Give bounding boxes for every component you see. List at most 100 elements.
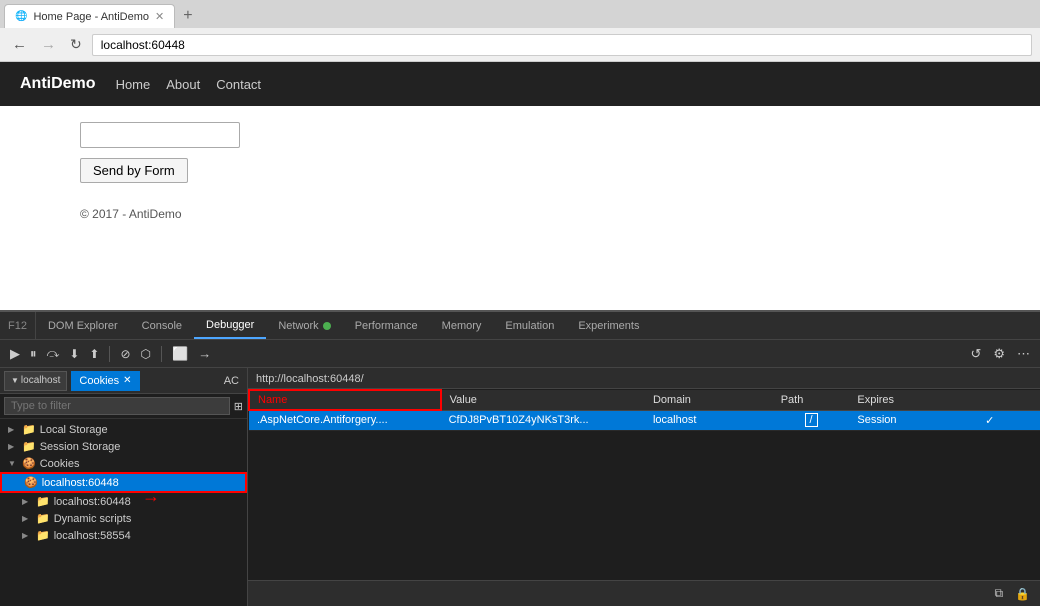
navbar-brand: AntiDemo bbox=[20, 75, 96, 93]
left-panel: ▼ localhost Cookies ✕ AC ⊞ ▶ 📁 Loc bbox=[0, 368, 248, 606]
tab-title: Home Page - AntiDemo bbox=[33, 11, 149, 23]
localhost-selected-label: localhost:60448 bbox=[42, 477, 119, 489]
path-value-badge: / bbox=[805, 413, 818, 427]
col-expires: Expires bbox=[849, 390, 977, 410]
nav-about[interactable]: About bbox=[166, 77, 200, 92]
localhost-selected-icon: 🍪 bbox=[24, 476, 38, 489]
step-over-button[interactable]: ⤼ bbox=[43, 344, 64, 363]
nav-contact[interactable]: Contact bbox=[216, 77, 261, 92]
devtools-tabs: F12 DOM Explorer Console Debugger Networ… bbox=[0, 312, 1040, 340]
form-text-input[interactable] bbox=[80, 122, 240, 148]
cookie-domain: localhost bbox=[645, 410, 773, 430]
local-storage-label: Local Storage bbox=[40, 424, 108, 436]
network-label: Network bbox=[278, 320, 318, 332]
session-storage-arrow: ▶ bbox=[8, 442, 18, 451]
cookie-check: ✓ bbox=[977, 410, 1009, 430]
localhost58554-label: localhost:58554 bbox=[54, 530, 131, 542]
tab-close-icon[interactable]: ✕ bbox=[155, 10, 164, 23]
tree-item-localhost-58554[interactable]: ▶ 📁 localhost:58554 bbox=[0, 527, 247, 544]
col-path: Path bbox=[773, 390, 850, 410]
page-content: AntiDemo Home About Contact Send by Form… bbox=[0, 62, 1040, 310]
source-tab-button[interactable]: ▼ localhost bbox=[4, 371, 67, 391]
cookie-row-1: .AspNetCore.Antiforgery.... CfDJ8PvBT10Z… bbox=[249, 410, 1040, 430]
localhost58554-icon: 📁 bbox=[36, 529, 50, 542]
navbar: AntiDemo Home About Contact bbox=[0, 62, 1040, 106]
toolbar-separator-1 bbox=[109, 346, 110, 362]
localhost2-icon: 📁 bbox=[36, 495, 50, 508]
tree-panel: ▶ 📁 Local Storage ▶ 📁 Session Storage ▼ … bbox=[0, 419, 247, 606]
tab-experiments[interactable]: Experiments bbox=[566, 312, 651, 339]
tree-item-local-storage[interactable]: ▶ 📁 Local Storage bbox=[0, 421, 247, 438]
source-label: localhost bbox=[21, 375, 60, 386]
lock-button[interactable]: 🔒 bbox=[1011, 585, 1034, 603]
pause-button[interactable]: ⏸ bbox=[26, 344, 41, 364]
session-storage-icon: 📁 bbox=[22, 440, 36, 453]
footer-text: © 2017 - AntiDemo bbox=[80, 207, 960, 221]
tab-bar: 🌐 Home Page - AntiDemo ✕ + bbox=[0, 0, 1040, 28]
tab-emulation[interactable]: Emulation bbox=[493, 312, 566, 339]
right-toolbar-actions: ↺ ⚙ ⋯ bbox=[966, 344, 1034, 364]
copy-button[interactable]: ⧉ bbox=[990, 584, 1007, 603]
cookies-label: Cookies bbox=[79, 375, 119, 387]
panel-header: ▼ localhost Cookies ✕ AC bbox=[0, 368, 247, 394]
toolbar-separator-2 bbox=[161, 346, 162, 362]
devtools: F12 DOM Explorer Console Debugger Networ… bbox=[0, 310, 1040, 606]
refresh-button[interactable]: ↻ bbox=[66, 34, 86, 55]
tab-memory[interactable]: Memory bbox=[430, 312, 494, 339]
send-by-form-button[interactable]: Send by Form bbox=[80, 158, 188, 183]
col-domain: Domain bbox=[645, 390, 773, 410]
url-text: http://localhost:60448/ bbox=[256, 373, 364, 385]
step-out-button[interactable]: ⬆ bbox=[85, 345, 103, 363]
tree-item-session-storage[interactable]: ▶ 📁 Session Storage bbox=[0, 438, 247, 455]
filter-input[interactable] bbox=[4, 397, 230, 415]
bottom-actions: ⧉ 🔒 bbox=[248, 580, 1040, 606]
local-storage-icon: 📁 bbox=[22, 423, 36, 436]
play-button[interactable]: ▶ bbox=[6, 344, 24, 364]
cookies-close-icon[interactable]: ✕ bbox=[123, 375, 131, 386]
new-tab-button[interactable]: + bbox=[177, 4, 198, 28]
tab-performance[interactable]: Performance bbox=[343, 312, 430, 339]
tree-item-cookies[interactable]: ▼ 🍪 Cookies bbox=[0, 455, 247, 472]
tab-dom-explorer[interactable]: DOM Explorer bbox=[36, 312, 130, 339]
tree-item-localhost-60448-2[interactable]: ▶ 📁 localhost:60448 bbox=[0, 493, 247, 510]
refresh-devtools-button[interactable]: ↺ bbox=[966, 344, 985, 364]
col-action1 bbox=[977, 390, 1009, 410]
exceptions-button[interactable]: ⬡ bbox=[137, 345, 155, 363]
filter-row: ⊞ bbox=[0, 394, 247, 419]
col-action2 bbox=[1009, 390, 1040, 410]
tab-debugger[interactable]: Debugger bbox=[194, 312, 266, 339]
cookie-path: / bbox=[773, 410, 850, 430]
dom-breakpoints-button[interactable]: ⬜ bbox=[168, 344, 192, 364]
settings-button[interactable]: ⚙ bbox=[989, 344, 1009, 364]
url-bar: http://localhost:60448/ bbox=[248, 368, 1040, 389]
devtools-panel-area: ▼ localhost Cookies ✕ AC ⊞ ▶ 📁 Loc bbox=[0, 368, 1040, 606]
tree-item-dynamic-scripts[interactable]: ▶ 📁 Dynamic scripts bbox=[0, 510, 247, 527]
col-name: Name bbox=[249, 390, 441, 410]
source-dropdown-icon: ▼ bbox=[11, 376, 19, 385]
page-body: Send by Form © 2017 - AntiDemo bbox=[0, 106, 1040, 237]
localhost2-arrow: ▶ bbox=[22, 497, 32, 506]
filter-options-button[interactable]: ⊞ bbox=[234, 400, 243, 413]
step-into-button[interactable]: ⬇ bbox=[65, 345, 83, 363]
tab-console[interactable]: Console bbox=[130, 312, 194, 339]
cookies-table: Name Value Domain Path Expires .AspNetCo… bbox=[248, 389, 1040, 431]
cookies-tree-label: Cookies bbox=[40, 458, 80, 470]
breakpoints-button[interactable]: ⊘ bbox=[116, 345, 134, 363]
cookies-tab-button[interactable]: Cookies ✕ bbox=[71, 371, 139, 391]
back-button[interactable]: ← bbox=[8, 34, 31, 55]
event-listeners-button[interactable]: → bbox=[194, 344, 215, 363]
col-value: Value bbox=[441, 390, 645, 410]
record-indicator bbox=[323, 322, 331, 330]
navbar-links: Home About Contact bbox=[116, 77, 261, 92]
tree-item-localhost-60448-selected[interactable]: 🍪 localhost:60448 bbox=[0, 472, 247, 493]
dynamic-scripts-label: Dynamic scripts bbox=[54, 513, 132, 525]
tab-network[interactable]: Network bbox=[266, 312, 342, 339]
forward-button[interactable]: → bbox=[37, 34, 60, 55]
right-panel: http://localhost:60448/ Name Value Domai… bbox=[248, 368, 1040, 606]
active-tab[interactable]: 🌐 Home Page - AntiDemo ✕ bbox=[4, 4, 175, 28]
dynamic-scripts-icon: 📁 bbox=[36, 512, 50, 525]
more-options-button[interactable]: ⋯ bbox=[1013, 344, 1034, 364]
cookies-tree-icon: 🍪 bbox=[22, 457, 36, 470]
address-input[interactable] bbox=[92, 34, 1032, 56]
nav-home[interactable]: Home bbox=[116, 77, 151, 92]
